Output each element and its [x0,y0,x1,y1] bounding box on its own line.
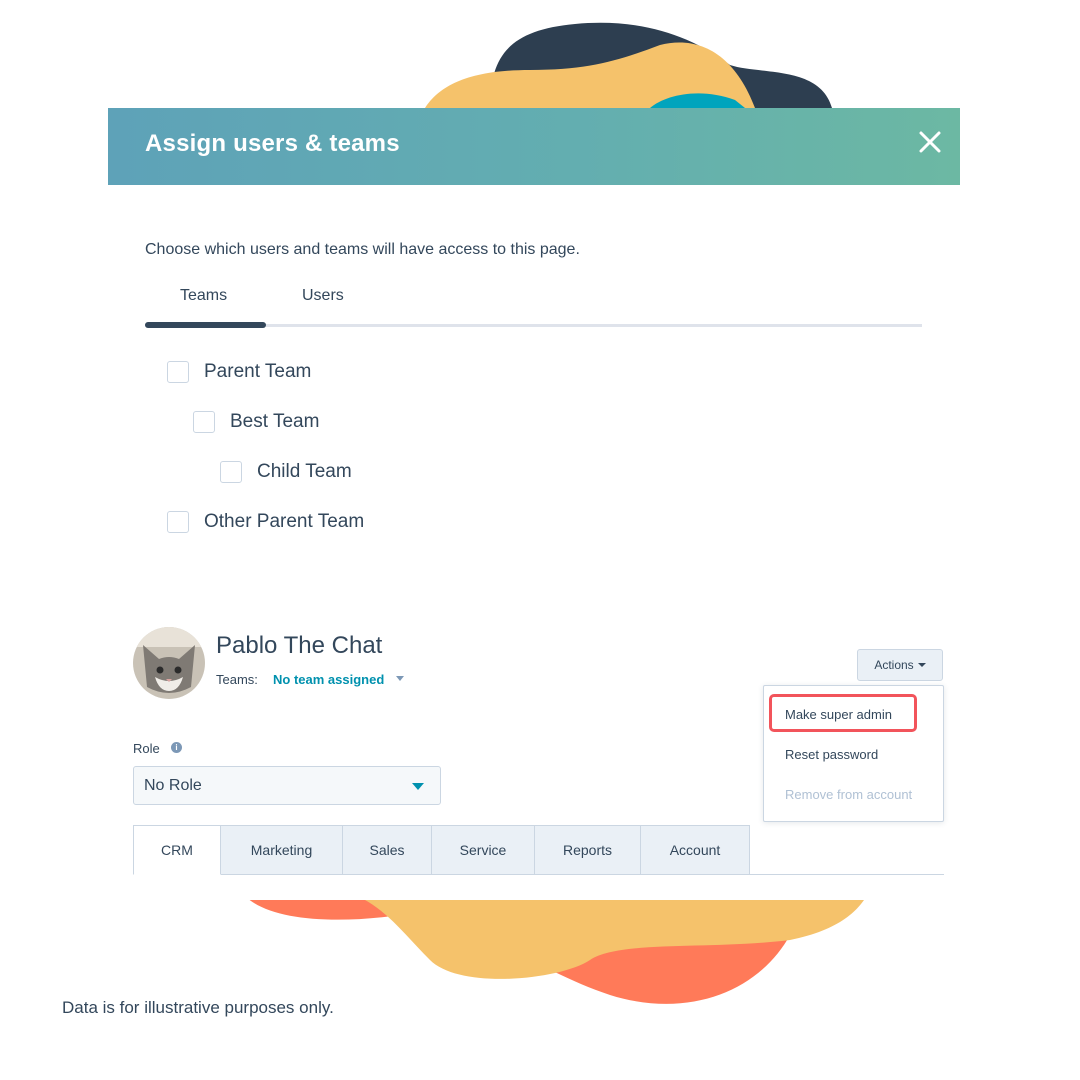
chevron-down-icon[interactable] [396,676,404,681]
team-row-parent-team[interactable]: Parent Team [167,361,311,383]
tab-marketing[interactable]: Marketing [221,825,343,875]
team-row-child-team[interactable]: Child Team [220,461,352,483]
team-checkbox[interactable] [220,461,242,483]
avatar [133,627,205,699]
team-checkbox[interactable] [193,411,215,433]
disclaimer: Data is for illustrative purposes only. [62,998,334,1017]
teams-label: Teams: [216,672,258,687]
modal-title: Assign users & teams [145,130,400,157]
actions-label: Actions [874,658,914,672]
decorative-blob-top [425,22,832,108]
highlight-outline [769,694,917,732]
tab-crm[interactable]: CRM [133,825,221,875]
info-icon[interactable]: i [171,742,182,753]
team-checkbox[interactable] [167,361,189,383]
tab-sales[interactable]: Sales [343,825,432,875]
tabs-baseline [750,874,944,875]
tab-active-indicator [145,322,266,328]
team-row-other-parent-team[interactable]: Other Parent Team [167,511,364,533]
close-icon[interactable] [914,126,946,158]
assign-modal: Assign users & teams Choose which users … [108,108,960,578]
menu-item-remove-from-account: Remove from account [785,787,913,802]
role-select[interactable]: No Role [133,766,441,805]
tab-reports[interactable]: Reports [535,825,641,875]
team-label: Best Team [230,411,320,432]
tab-teams[interactable]: Teams [180,287,227,305]
caret-down-icon [412,783,424,790]
team-label: Other Parent Team [204,511,365,532]
team-label: Parent Team [204,361,312,382]
tab-account[interactable]: Account [641,825,750,875]
menu-item-reset-password[interactable]: Reset password [785,747,878,762]
modal-instruction: Choose which users and teams will have a… [145,241,580,258]
actions-button[interactable]: Actions [857,649,943,681]
caret-down-icon [917,663,926,667]
modal-header: Assign users & teams [108,108,960,185]
team-checkbox[interactable] [167,511,189,533]
user-name: Pablo The Chat [216,632,383,659]
team-label: Child Team [257,461,352,482]
team-row-best-team[interactable]: Best Team [193,411,319,433]
permission-tabs: CRM Marketing Sales Service Reports Acco… [133,825,750,875]
role-label: Role [133,741,160,756]
tab-users[interactable]: Users [302,287,344,305]
tab-service[interactable]: Service [432,825,535,875]
teams-dropdown[interactable]: No team assigned [273,672,384,687]
role-value: No Role [144,777,202,794]
